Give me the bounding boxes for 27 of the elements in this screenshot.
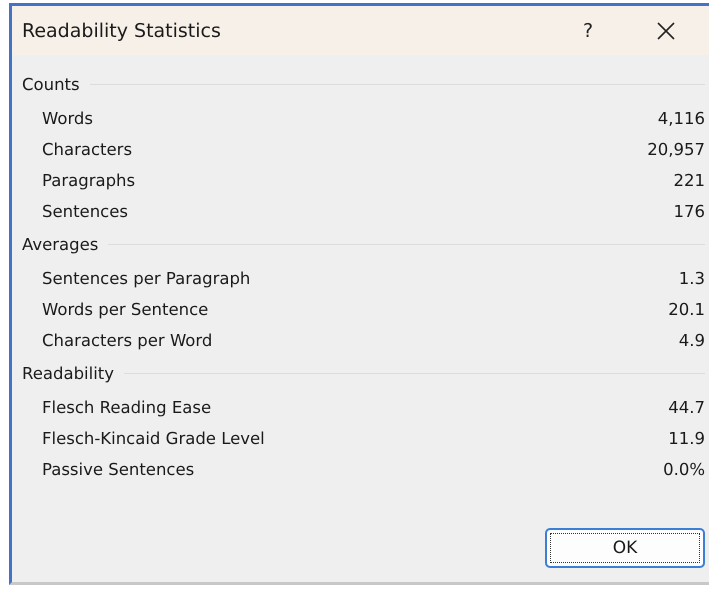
stat-value: 20.1 xyxy=(668,300,705,319)
ok-button[interactable]: OK xyxy=(545,528,705,568)
stat-value: 20,957 xyxy=(647,140,705,159)
stat-value: 11.9 xyxy=(668,429,705,448)
stat-value: 4,116 xyxy=(658,109,705,128)
section-heading: Averages xyxy=(22,234,98,254)
stat-label: Sentences per Paragraph xyxy=(42,269,250,288)
stat-value: 221 xyxy=(674,171,705,190)
stat-value: 176 xyxy=(674,202,705,221)
window-title: Readability Statistics xyxy=(22,20,222,42)
close-icon xyxy=(657,22,675,40)
stat-value: 44.7 xyxy=(668,398,705,417)
stat-label: Flesch-Kincaid Grade Level xyxy=(42,429,265,448)
stat-label: Passive Sentences xyxy=(42,460,194,479)
help-button[interactable]: ? xyxy=(568,10,608,50)
stat-value: 0.0% xyxy=(663,460,705,479)
stat-label: Characters xyxy=(42,140,132,159)
section-heading: Readability xyxy=(22,364,114,382)
stat-label: Words xyxy=(42,109,94,128)
stat-label: Paragraphs xyxy=(42,171,136,190)
stat-label: Characters per Word xyxy=(42,331,212,350)
stat-value: 4.9 xyxy=(678,331,705,350)
section-heading: Counts xyxy=(22,74,80,94)
stat-value: 1.3 xyxy=(678,269,705,288)
stat-label: Flesch Reading Ease xyxy=(42,398,212,417)
stat-label: Sentences xyxy=(42,202,128,221)
stat-label: Words per Sentence xyxy=(42,300,208,319)
